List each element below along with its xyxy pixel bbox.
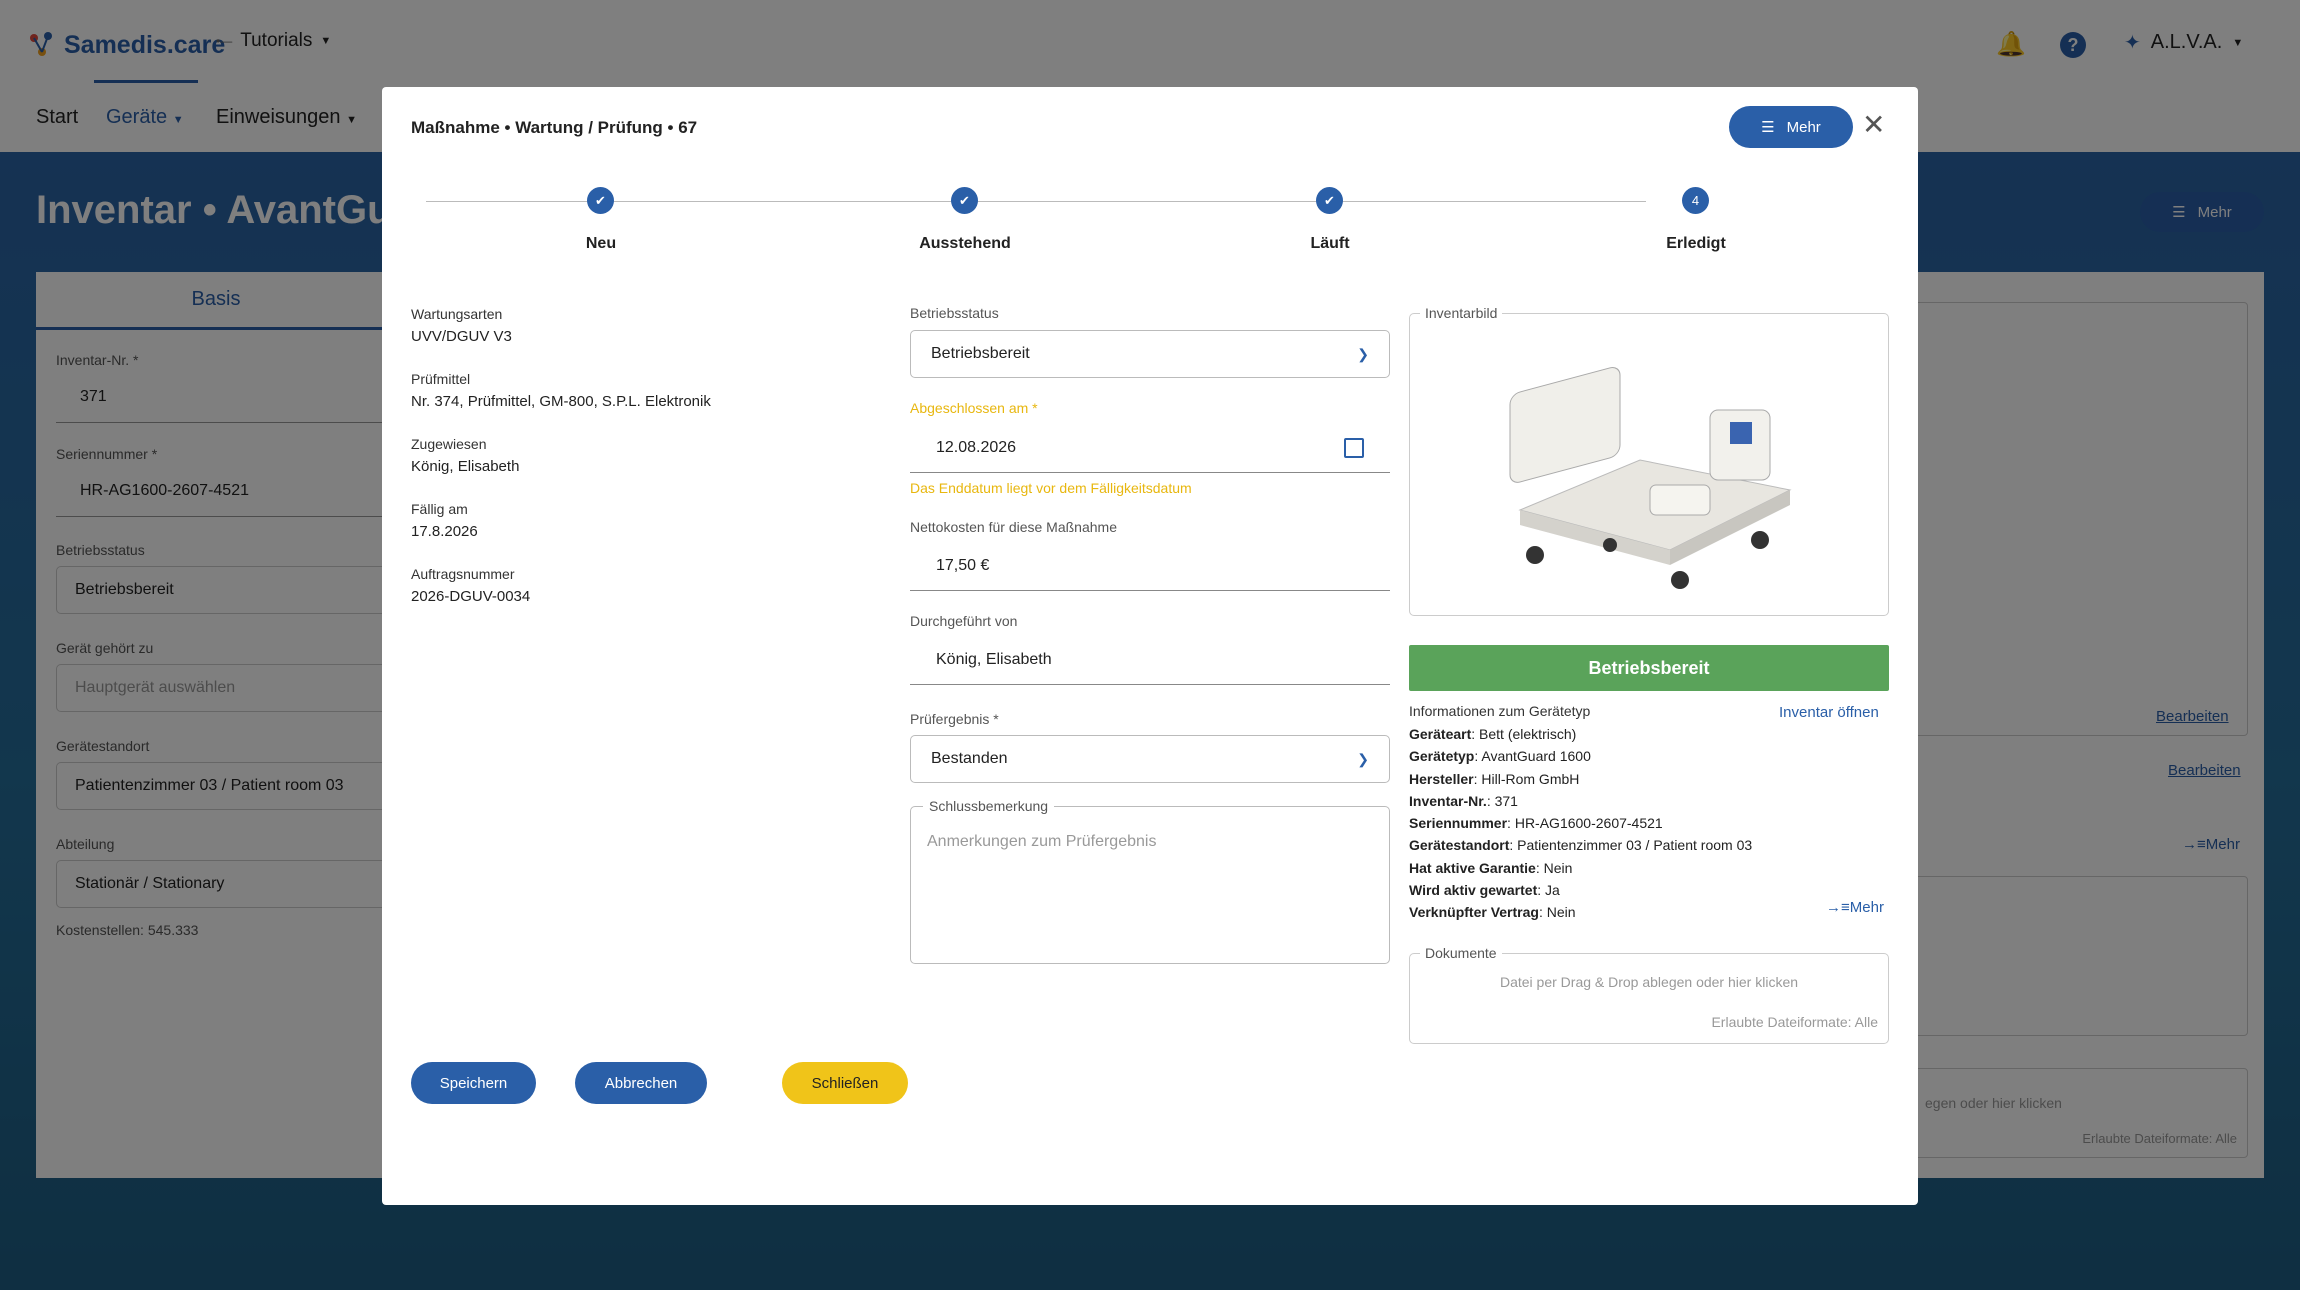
detail-value: Nein bbox=[1546, 904, 1576, 921]
abbrechen-button[interactable]: Abbrechen bbox=[575, 1062, 707, 1104]
info-value: Nr. 374, Prüfmittel, GM-800, S.P.L. Elek… bbox=[411, 393, 711, 410]
dokumente-upload[interactable]: Dokumente Datei per Drag & Drop ablegen … bbox=[1409, 945, 1889, 1044]
step-label: Erledigt bbox=[1666, 235, 1726, 252]
detail-key: Inventar-Nr. bbox=[1409, 792, 1487, 809]
inventarbild-panel: Inventarbild bbox=[1409, 305, 1889, 616]
detail-row: Geräteart: Bett (elektrisch) bbox=[1409, 726, 1577, 742]
step-label: Neu bbox=[585, 235, 617, 252]
info-value: König, Elisabeth bbox=[411, 458, 520, 475]
abgeschlossen-label: Abgeschlossen am * bbox=[910, 400, 1038, 416]
detail-row: Wird aktiv gewartet: Ja bbox=[1409, 882, 1560, 899]
ergebnis-label: Prüfergebnis * bbox=[910, 711, 999, 727]
formats-text: Erlaubte Dateiformate: Alle bbox=[1711, 1014, 1878, 1030]
detail-key: Hat aktive Garantie bbox=[1409, 859, 1536, 876]
betriebsstatus-label: Betriebsstatus bbox=[910, 305, 999, 321]
geraetetyp-details: Geräteart: Bett (elektrisch) Gerätetyp: … bbox=[1409, 723, 1879, 924]
netto-label: Nettokosten für diese Maßnahme bbox=[910, 519, 1117, 535]
dialog-mehr-button[interactable]: ☰ Mehr bbox=[1729, 106, 1853, 148]
detail-key: Gerätetyp bbox=[1409, 748, 1475, 765]
durchgefuehrt-label: Durchgeführt von bbox=[910, 613, 1018, 629]
detail-key: Seriennummer bbox=[1409, 815, 1508, 832]
status-banner: Betriebsbereit bbox=[1409, 645, 1889, 691]
step-number: 4 bbox=[1682, 187, 1709, 214]
date-value: 12.08.2026 bbox=[936, 438, 1017, 456]
schliessen-button[interactable]: Schließen bbox=[782, 1062, 908, 1104]
info-value: 2026-DGUV-0034 bbox=[411, 588, 531, 605]
abgeschlossen-date-input[interactable]: 12.08.2026 bbox=[910, 423, 1390, 473]
info-label: Fällig am bbox=[411, 501, 468, 517]
mehr-link[interactable]: →≡Mehr bbox=[1826, 899, 1884, 916]
betriebsstatus-select[interactable]: Betriebsbereit ❯ bbox=[910, 330, 1390, 378]
close-icon[interactable]: ✕ bbox=[1862, 111, 1885, 139]
dialog-title: Maßnahme • Wartung / Prüfung • 67 bbox=[411, 118, 698, 137]
chevron-down-icon: ❯ bbox=[1357, 345, 1369, 362]
info-value: UVV/DGUV V3 bbox=[411, 328, 512, 345]
mehr-link-label: Mehr bbox=[1849, 899, 1884, 916]
inventar-oeffnen-link[interactable]: Inventar öffnen bbox=[1779, 704, 1879, 721]
detail-row: Verknüpfter Vertrag: Nein bbox=[1409, 904, 1576, 921]
detail-value: Bett (elektrisch) bbox=[1479, 726, 1577, 742]
schlussbemerkung-label: Schlussbemerkung bbox=[923, 798, 1055, 814]
detail-value: Ja bbox=[1545, 882, 1560, 899]
detail-key: Wird aktiv gewartet bbox=[1409, 882, 1538, 899]
durchgefuehrt-value: König, Elisabeth bbox=[936, 650, 1052, 668]
detail-row: Seriennummer: HR-AG1600-2607-4521 bbox=[1409, 815, 1663, 832]
detail-key: Hersteller bbox=[1409, 770, 1474, 787]
geraetetyp-info-title: Informationen zum Gerätetyp bbox=[1409, 703, 1591, 719]
detail-value: AvantGuard 1600 bbox=[1481, 748, 1591, 765]
stepper-track bbox=[602, 191, 1552, 211]
schlussbemerkung-textarea[interactable]: Schlussbemerkung Anmerkungen zum Prüferg… bbox=[910, 798, 1390, 964]
info-value: 17.8.2026 bbox=[411, 523, 478, 540]
chevron-down-icon: ❯ bbox=[1357, 750, 1369, 767]
info-label: Zugewiesen bbox=[411, 436, 487, 452]
menu-icon: ☰ bbox=[1761, 119, 1775, 136]
info-label: Prüfmittel bbox=[411, 371, 471, 387]
detail-row: Inventar-Nr.: 371 bbox=[1409, 792, 1518, 809]
detail-value: HR-AG1600-2607-4521 bbox=[1514, 815, 1663, 832]
detail-row: Gerätestandort: Patientenzimmer 03 / Pat… bbox=[1409, 837, 1753, 854]
detail-row: Hat aktive Garantie: Nein bbox=[1409, 859, 1573, 876]
calendar-icon[interactable] bbox=[1344, 437, 1364, 458]
mehr-label: Mehr bbox=[1786, 118, 1821, 136]
detail-key: Verknüpfter Vertrag bbox=[1409, 904, 1539, 921]
detail-value: Nein bbox=[1543, 859, 1573, 876]
detail-value: 371 bbox=[1494, 792, 1518, 809]
expand-icon: →≡ bbox=[1826, 899, 1850, 916]
select-value: Bestanden bbox=[931, 750, 1008, 767]
massnahme-dialog: Maßnahme • Wartung / Prüfung • 67 ☰ Mehr … bbox=[382, 87, 1918, 1205]
speichern-button[interactable]: Speichern bbox=[411, 1062, 536, 1104]
step-label: Ausstehend bbox=[919, 235, 1011, 252]
ergebnis-select[interactable]: Bestanden ❯ bbox=[910, 735, 1390, 783]
info-label: Wartungsarten bbox=[411, 306, 503, 322]
hospital-bed-image bbox=[1509, 366, 1792, 589]
netto-input[interactable]: 17,50 € bbox=[910, 541, 1390, 591]
dokumente-label: Dokumente bbox=[1420, 945, 1502, 961]
durchgefuehrt-input[interactable]: König, Elisabeth bbox=[910, 635, 1390, 685]
detail-key: Geräteart bbox=[1409, 726, 1472, 742]
detail-key: Gerätestandort bbox=[1409, 837, 1510, 854]
detail-row: Gerätetyp: AvantGuard 1600 bbox=[1409, 748, 1591, 765]
step-label: Läuft bbox=[1310, 235, 1350, 252]
drop-text: Datei per Drag & Drop ablegen oder hier … bbox=[1499, 974, 1799, 990]
inventarbild-label: Inventarbild bbox=[1420, 305, 1503, 321]
detail-value: Hill-Rom GmbH bbox=[1481, 770, 1580, 787]
detail-value: Patientenzimmer 03 / Patient room 03 bbox=[1517, 837, 1753, 854]
info-label: Auftragsnummer bbox=[411, 566, 515, 582]
netto-value: 17,50 € bbox=[936, 556, 990, 574]
schlussbemerkung-placeholder: Anmerkungen zum Prüfergebnis bbox=[927, 833, 1157, 850]
detail-row: Hersteller: Hill-Rom GmbH bbox=[1409, 770, 1580, 787]
select-value: Betriebsbereit bbox=[931, 345, 1030, 362]
date-warning-text: Das Enddatum liegt vor dem Fälligkeitsda… bbox=[910, 480, 1192, 496]
